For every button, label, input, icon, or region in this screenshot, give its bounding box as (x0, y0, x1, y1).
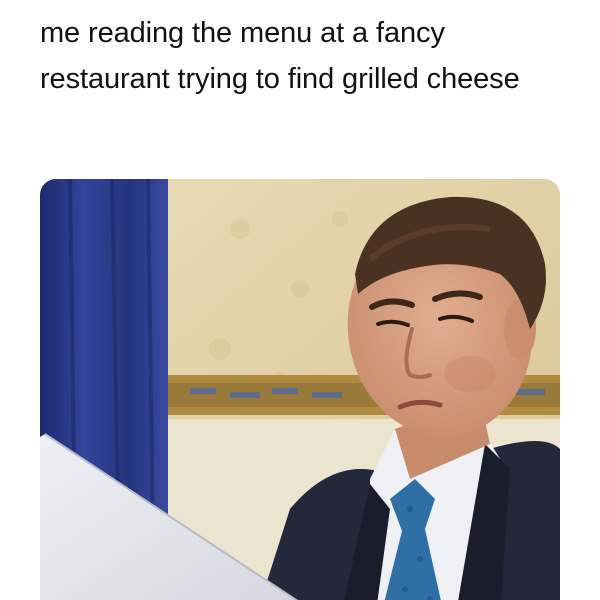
meme-caption: me reading the menu at a fancy restauran… (40, 17, 520, 95)
meme-post: me reading the menu at a fancy restauran… (0, 0, 600, 600)
meme-photo (40, 179, 560, 600)
photo-illustration (40, 179, 560, 600)
